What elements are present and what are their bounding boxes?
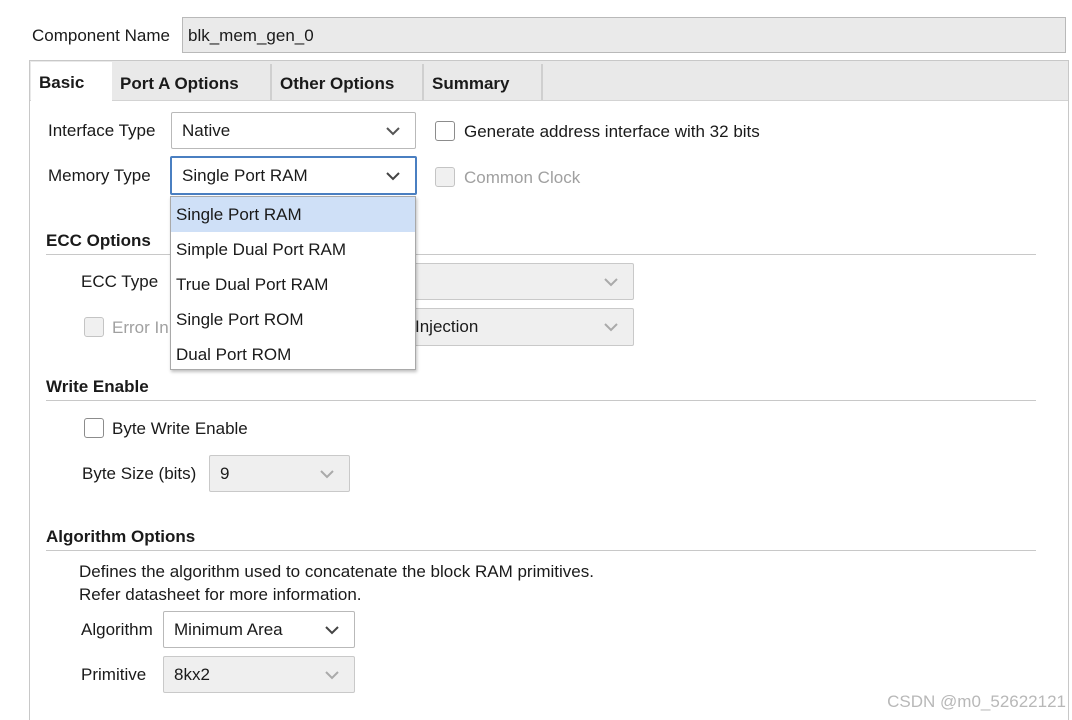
chevron-down-icon	[325, 625, 339, 634]
chevron-down-icon	[604, 323, 618, 332]
ecc-options-title: ECC Options	[46, 231, 151, 250]
primitive-value: 8kx2	[174, 664, 210, 684]
memory-type-option-single-port-rom[interactable]: Single Port ROM	[171, 302, 415, 337]
memory-type-dropdown-list: Single Port RAM Simple Dual Port RAM Tru…	[170, 196, 416, 370]
generate-address-label: Generate address interface with 32 bits	[464, 122, 760, 141]
chevron-down-icon	[386, 126, 400, 135]
algorithm-description-line1: Defines the algorithm used to concatenat…	[79, 562, 594, 581]
interface-type-select[interactable]: Native	[171, 112, 416, 149]
algorithm-separator	[46, 550, 1036, 551]
generate-address-checkbox[interactable]	[435, 121, 455, 141]
tab-port-a-options[interactable]: Port A Options	[112, 64, 272, 100]
byte-write-enable-label: Byte Write Enable	[112, 419, 248, 438]
chevron-down-icon	[386, 171, 400, 180]
memory-type-option-true-dual-port-ram[interactable]: True Dual Port RAM	[171, 267, 415, 302]
algorithm-description-line2: Refer datasheet for more information.	[79, 585, 362, 604]
byte-size-value: 9	[220, 463, 230, 483]
error-injection-value: Injection	[415, 317, 479, 336]
tab-other-options[interactable]: Other Options	[272, 64, 424, 100]
byte-size-label: Byte Size (bits)	[82, 464, 197, 483]
write-enable-separator	[46, 400, 1036, 401]
watermark-text: CSDN @m0_52622121	[887, 692, 1066, 711]
error-injection-label: Error In	[112, 318, 169, 337]
memory-type-option-simple-dual-port-ram[interactable]: Simple Dual Port RAM	[171, 232, 415, 267]
primitive-select[interactable]: 8kx2	[163, 656, 355, 693]
tab-summary-label: Summary	[432, 74, 510, 93]
algorithm-select[interactable]: Minimum Area	[163, 611, 355, 648]
interface-type-value: Native	[182, 120, 231, 140]
ecc-type-select[interactable]	[400, 263, 634, 300]
chevron-down-icon	[325, 670, 339, 679]
algorithm-label: Algorithm	[81, 620, 153, 639]
byte-size-select[interactable]: 9	[209, 455, 350, 492]
ecc-type-label: ECC Type	[81, 272, 159, 291]
tab-other-options-label: Other Options	[280, 74, 395, 93]
tab-basic-label: Basic	[39, 73, 85, 92]
common-clock-checkbox[interactable]	[435, 167, 455, 187]
memory-type-label: Memory Type	[48, 166, 151, 185]
byte-write-enable-checkbox[interactable]	[84, 418, 104, 438]
tab-summary[interactable]: Summary	[424, 64, 543, 100]
error-injection-checkbox[interactable]	[84, 317, 104, 337]
common-clock-label: Common Clock	[464, 168, 581, 187]
error-injection-select[interactable]: Injection	[400, 308, 634, 346]
memory-type-select[interactable]: Single Port RAM	[170, 156, 417, 195]
component-name-label: Component Name	[32, 26, 170, 45]
tab-basic[interactable]: Basic	[31, 62, 112, 102]
chevron-down-icon	[604, 277, 618, 286]
algorithm-value: Minimum Area	[174, 619, 283, 639]
memory-type-option-dual-port-rom[interactable]: Dual Port ROM	[171, 337, 415, 372]
memory-type-value: Single Port RAM	[182, 165, 308, 185]
tab-port-a-label: Port A Options	[120, 74, 239, 93]
component-name-value: blk_mem_gen_0	[188, 26, 314, 45]
write-enable-title: Write Enable	[46, 377, 149, 396]
primitive-label: Primitive	[81, 665, 147, 684]
memory-type-option-single-port-ram[interactable]: Single Port RAM	[171, 197, 415, 232]
algorithm-options-title: Algorithm Options	[46, 527, 196, 546]
chevron-down-icon	[320, 469, 334, 478]
component-name-input[interactable]: blk_mem_gen_0	[182, 17, 1066, 53]
interface-type-label: Interface Type	[48, 121, 156, 140]
